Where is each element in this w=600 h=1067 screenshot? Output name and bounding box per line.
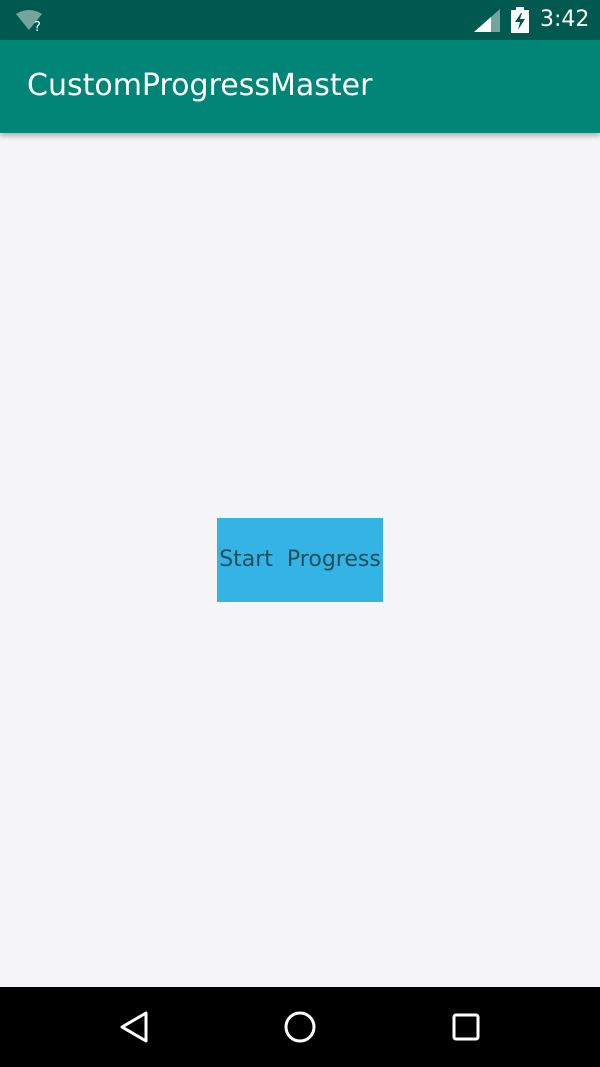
cell-signal-icon [474, 9, 500, 32]
recents-icon[interactable] [446, 1007, 486, 1047]
status-bar: ? 3:42 [0, 0, 600, 40]
status-clock: 3:42 [540, 7, 590, 32]
back-icon[interactable] [114, 1007, 154, 1047]
app-title: CustomProgressMaster [27, 68, 373, 103]
battery-charging-icon [511, 7, 529, 33]
svg-text:?: ? [34, 20, 41, 32]
main-content: Start Progress [0, 133, 600, 987]
navigation-bar [0, 987, 600, 1067]
home-icon[interactable] [280, 1007, 320, 1047]
start-progress-button[interactable]: Start Progress [217, 518, 383, 602]
app-bar: CustomProgressMaster [0, 40, 600, 133]
wifi-unknown-icon: ? [16, 10, 42, 32]
